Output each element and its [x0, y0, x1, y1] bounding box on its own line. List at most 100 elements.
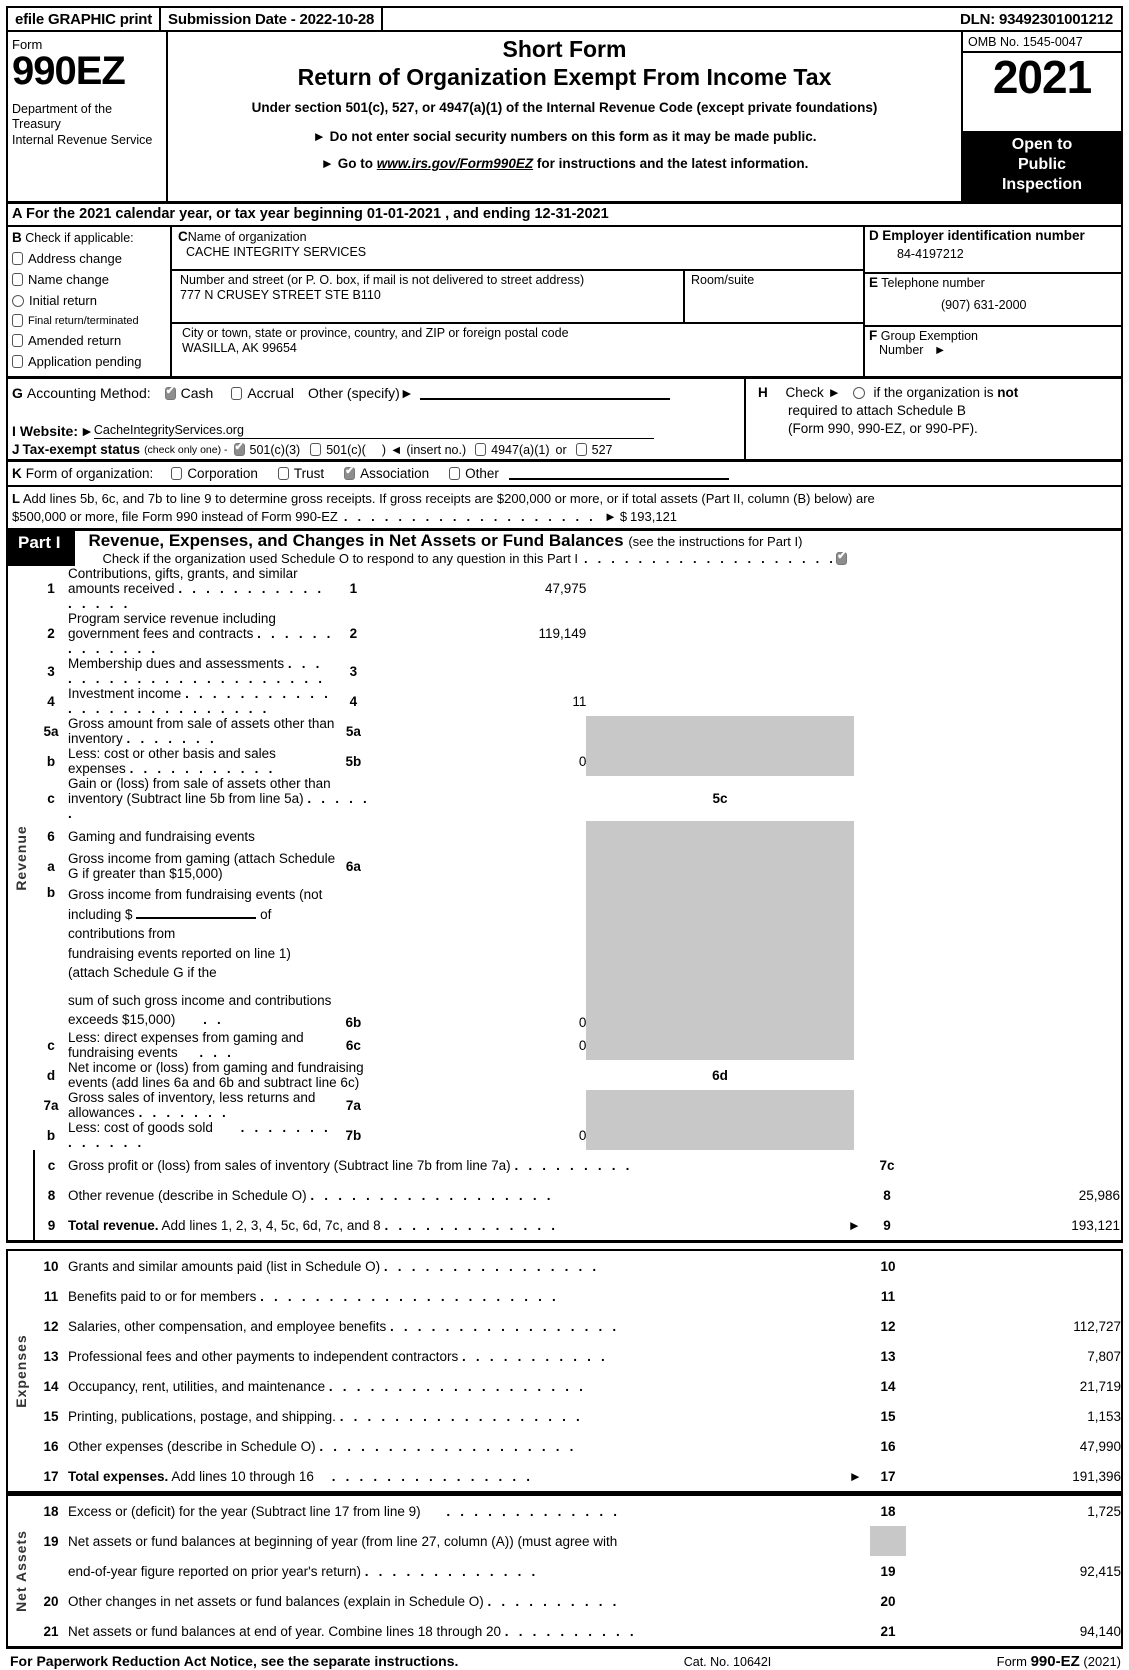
row6b-line2: fundraising events reported on line 1) (…: [68, 945, 291, 981]
website-value[interactable]: CacheIntegrityServices.org: [93, 423, 654, 439]
other-specify-input[interactable]: [419, 386, 670, 400]
checkbox-application-pending[interactable]: Application pending: [12, 354, 166, 369]
phone-label-text: Telephone number: [881, 276, 985, 290]
table-row: 15 Printing, publications, postage, and …: [8, 1401, 1121, 1431]
checkbox-corporation-icon[interactable]: [171, 467, 183, 480]
fundraising-contrib-input[interactable]: [136, 906, 257, 919]
section-g-col: G Accounting Method: Cash Accrual Other …: [8, 379, 746, 459]
row-description: Net income or (loss) from gaming and fun…: [68, 1060, 364, 1091]
net-assets-side-label: Net Assets: [8, 1496, 34, 1646]
shaded-cell: [586, 851, 854, 882]
checkbox-final-return[interactable]: Final return/terminated: [12, 314, 166, 327]
irs-form990ez-link[interactable]: www.irs.gov/Form990EZ: [377, 156, 533, 171]
table-row: 3 Membership dues and assessments . . . …: [8, 656, 1121, 686]
table-row: c Less: direct expenses from gaming and …: [8, 1030, 1121, 1061]
triangle-bullet-icon: ►: [926, 343, 947, 357]
checkbox-other-icon[interactable]: [449, 467, 461, 480]
sub-amount-cell[interactable]: 0: [371, 1030, 587, 1060]
sub-amount-cell[interactable]: 0: [371, 881, 587, 1030]
other-org-input[interactable]: [508, 467, 729, 480]
leader-dots: . . . . . . . . . . .: [129, 761, 276, 777]
row-description: Gross income from gaming (attach Schedul…: [68, 851, 336, 882]
row-description: Grants and similar amounts paid (list in…: [68, 1251, 870, 1281]
expenses-side-label-text: Expenses: [13, 1334, 29, 1408]
sub-amount-cell[interactable]: 0: [371, 746, 587, 776]
checkbox-address-change[interactable]: Address change: [12, 251, 166, 266]
leader-dots: . . .: [199, 1045, 235, 1061]
checkbox-cash-icon[interactable]: [164, 385, 176, 400]
row-number: c: [47, 791, 55, 807]
amount-cell[interactable]: [905, 1150, 1120, 1180]
amount-cell[interactable]: [906, 1281, 1121, 1311]
checkbox-name-change[interactable]: Name change: [12, 272, 166, 287]
row-description-text: Investment income: [68, 686, 182, 702]
form-footer: For Paperwork Reduction Act Notice, see …: [6, 1649, 1123, 1670]
row-description: Net assets or fund balances at beginning…: [68, 1533, 618, 1549]
schedule-o-row: Check if the organization used Schedule …: [89, 550, 852, 566]
row-number: 15: [43, 1408, 59, 1424]
amount-cell[interactable]: 119,149: [371, 611, 587, 656]
checkbox-icon[interactable]: [12, 294, 24, 307]
checkbox-schedule-o-icon[interactable]: [836, 550, 848, 566]
checkbox-501c3-icon[interactable]: [233, 441, 245, 456]
checkbox-initial-return[interactable]: Initial return: [12, 293, 166, 308]
checkbox-527-icon[interactable]: [575, 443, 587, 456]
amount-cell[interactable]: 1,725: [906, 1496, 1121, 1526]
checkbox-accrual-icon[interactable]: [231, 386, 243, 400]
amount-cell[interactable]: 191,396: [906, 1461, 1121, 1491]
checkbox-icon[interactable]: [12, 355, 23, 368]
amount-cell[interactable]: [854, 776, 1121, 821]
line-a-text-pre: For the 2021 calendar year, or tax year …: [25, 206, 363, 222]
amount-cell[interactable]: 25,986: [905, 1180, 1120, 1210]
checkbox-icon[interactable]: [12, 252, 23, 265]
accrual-label: Accrual: [247, 385, 295, 401]
amount-cell[interactable]: 1,153: [906, 1401, 1121, 1431]
table-row: b Less: cost of goods sold . . . . . . .…: [8, 1120, 1121, 1151]
city-label: City or town, state or province, country…: [182, 326, 569, 340]
amount-cell[interactable]: 7,807: [906, 1341, 1121, 1371]
row-description-text: Membership dues and assessments: [68, 656, 285, 672]
amount-cell[interactable]: 21,719: [906, 1371, 1121, 1401]
amount-cell[interactable]: [854, 1060, 1121, 1090]
table-row: c Gain or (loss) from sale of assets oth…: [8, 776, 1121, 821]
amount-cell[interactable]: 94,140: [906, 1616, 1121, 1646]
sub-amount-cell[interactable]: [371, 716, 586, 746]
sub-amount-cell[interactable]: [371, 851, 586, 881]
checkbox-501c-icon[interactable]: [310, 443, 322, 456]
amount-cell[interactable]: 92,415: [906, 1556, 1121, 1586]
amount-cell[interactable]: 112,727: [906, 1311, 1121, 1341]
line-number: 18: [880, 1503, 896, 1519]
row-description-text: Excess or (deficit) for the year (Subtra…: [68, 1503, 421, 1519]
amount-cell[interactable]: 193,121: [905, 1210, 1120, 1240]
amount-cell[interactable]: 47,990: [906, 1431, 1121, 1461]
section-b-checkboxes: B Check if applicable: Address change Na…: [8, 227, 170, 376]
checkbox-scheduleb-icon[interactable]: [852, 387, 865, 399]
opt-4947a1-label: 4947(a)(1): [491, 442, 550, 457]
amount-cell[interactable]: [371, 656, 586, 686]
amount-cell[interactable]: 11: [371, 686, 586, 716]
check-only-one-note: (check only one) -: [144, 443, 228, 456]
form-number: 990EZ: [12, 49, 126, 93]
checkbox-trust-icon[interactable]: [277, 467, 289, 480]
checkbox-label: Address change: [28, 251, 122, 266]
empty-amount-cell: [854, 881, 1121, 1030]
checkbox-association-icon[interactable]: [344, 465, 356, 480]
checkbox-icon[interactable]: [12, 314, 23, 327]
sub-amount-cell[interactable]: [371, 1090, 586, 1120]
checkbox-amended-return[interactable]: Amended return: [12, 333, 166, 348]
sub-amount-cell[interactable]: 0: [371, 1120, 587, 1150]
checkbox-icon[interactable]: [12, 334, 23, 347]
row-description-text: Printing, publications, postage, and shi…: [68, 1408, 336, 1424]
line-number: 19: [880, 1563, 896, 1579]
section-h-line2: required to attach Schedule B: [788, 403, 966, 419]
amount-cell[interactable]: 47,975: [371, 566, 586, 611]
table-row: 21 Net assets or fund balances at end of…: [8, 1616, 1121, 1646]
checkbox-icon[interactable]: [12, 273, 23, 286]
check-label: Check: [785, 385, 824, 400]
line-number: 5c: [712, 791, 728, 807]
goto-text-pre: Go to: [337, 156, 374, 171]
amount-cell[interactable]: [906, 1586, 1121, 1616]
checkbox-4947a1-icon[interactable]: [475, 443, 487, 456]
section-l-letter: L: [12, 491, 20, 506]
amount-cell[interactable]: [906, 1251, 1121, 1281]
